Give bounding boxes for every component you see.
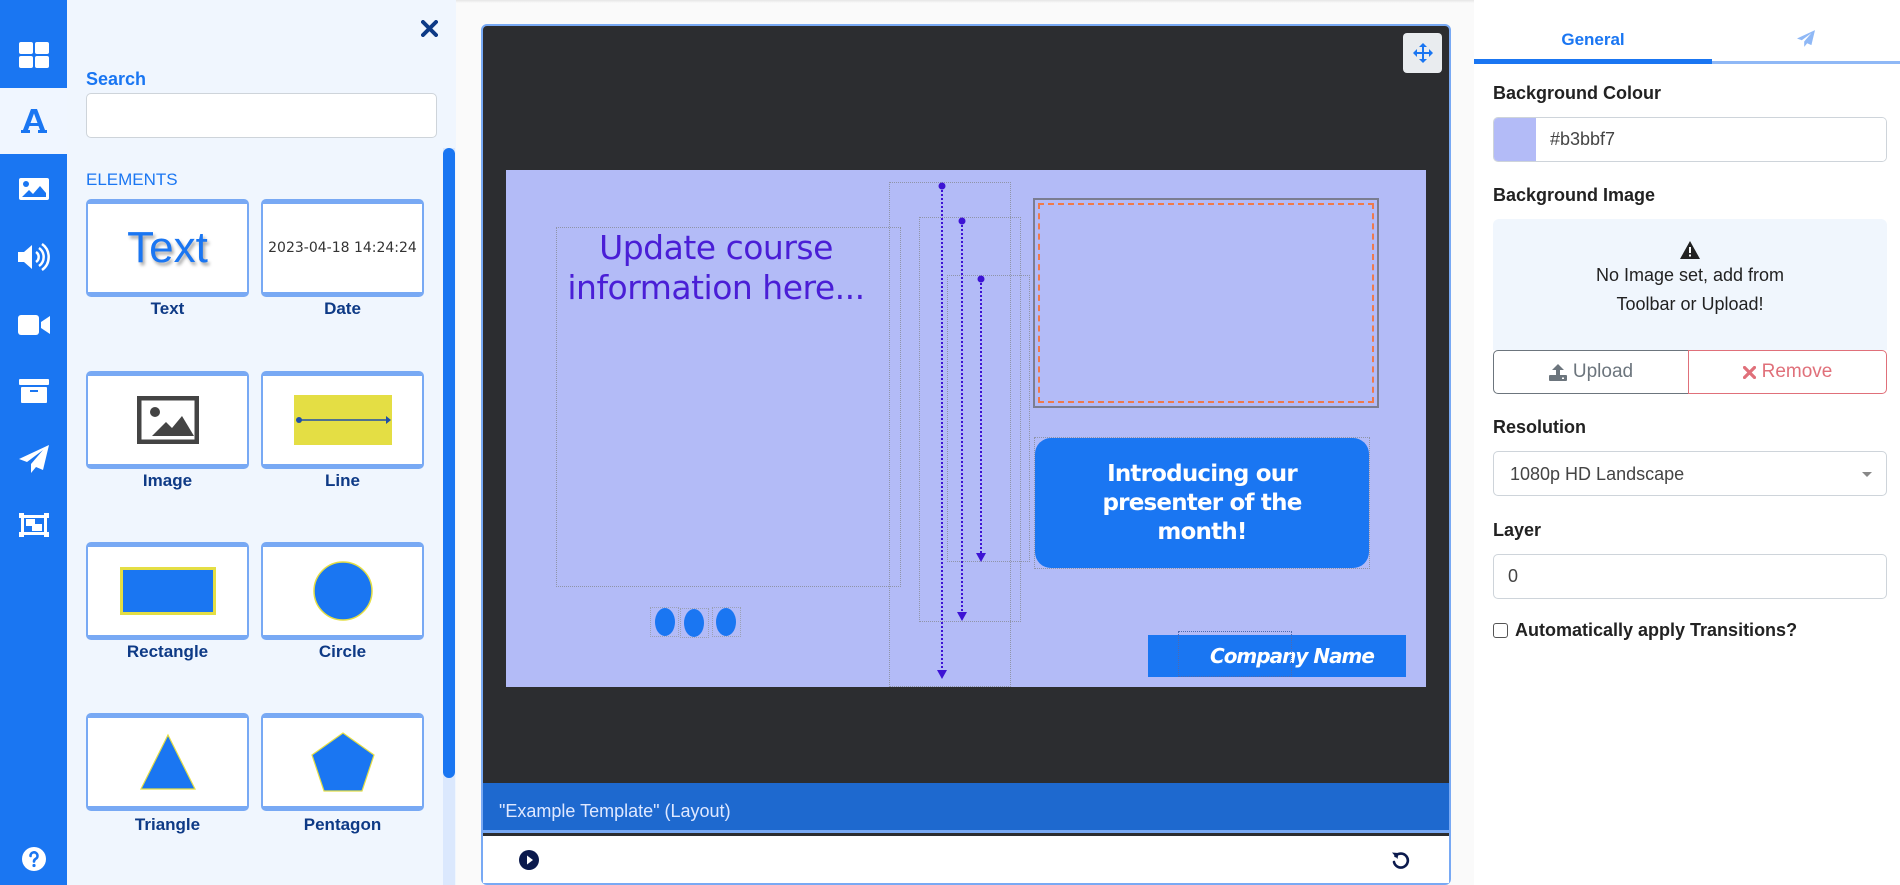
layout-name: "Example Template" (Layout) bbox=[499, 801, 731, 821]
circle-shape-1[interactable] bbox=[655, 608, 675, 636]
rectangle-icon bbox=[119, 567, 216, 615]
triangle-icon bbox=[139, 733, 196, 790]
element-card-triangle[interactable] bbox=[86, 713, 249, 811]
no-image-text-line2: Toolbar or Upload! bbox=[1616, 294, 1764, 314]
auto-transitions-checkbox[interactable] bbox=[1493, 623, 1508, 638]
remove-label: Remove bbox=[1761, 361, 1833, 382]
tab-general[interactable]: General bbox=[1474, 24, 1712, 64]
element-card-date[interactable]: 2023-04-18 14:24:24 bbox=[261, 199, 424, 297]
element-card-line[interactable] bbox=[261, 371, 424, 469]
company-text-region bbox=[1178, 631, 1292, 677]
chevron-down-icon bbox=[1862, 472, 1872, 477]
element-card-text[interactable]: Text bbox=[86, 199, 249, 297]
no-image-text-line1: No Image set, add from bbox=[1595, 265, 1785, 285]
font-icon bbox=[20, 109, 47, 133]
layout-preview[interactable]: Update course information here... Introd… bbox=[506, 170, 1426, 687]
circle-shape-3[interactable] bbox=[716, 608, 736, 636]
rail-item-images[interactable] bbox=[0, 156, 67, 222]
element-card-label: Date bbox=[324, 299, 361, 318]
upload-button[interactable]: Upload bbox=[1493, 350, 1689, 394]
search-label: Search bbox=[86, 69, 147, 89]
object-group-icon bbox=[18, 513, 49, 537]
resolution-select[interactable]: 1080p HD Landscape bbox=[1493, 451, 1887, 496]
element-card-label: Line bbox=[325, 471, 360, 490]
times-icon bbox=[1742, 365, 1756, 379]
close-panel-button[interactable] bbox=[417, 16, 441, 40]
question-circle-icon bbox=[21, 847, 46, 871]
elements-panel: Search ELEMENTS Text Text 2023-04-18 14:… bbox=[67, 0, 456, 885]
resolution-value: 1080p HD Landscape bbox=[1510, 464, 1685, 484]
element-card-label: Text bbox=[150, 299, 185, 318]
text-preview: Text bbox=[127, 223, 208, 272]
line-2[interactable] bbox=[957, 217, 967, 622]
video-icon bbox=[17, 315, 50, 335]
properties-panel: General Background Colour Background Ima… bbox=[1474, 0, 1900, 885]
element-card-label: Triangle bbox=[134, 815, 201, 834]
move-canvas-button[interactable] bbox=[1403, 33, 1442, 73]
background-image-label: Background Image bbox=[1493, 185, 1656, 205]
line-icon bbox=[293, 395, 392, 445]
reset-preview-button[interactable] bbox=[1389, 848, 1413, 872]
preview-controls bbox=[483, 836, 1449, 883]
icon-rail bbox=[0, 0, 67, 885]
panel-scrollbar-thumb[interactable] bbox=[443, 148, 455, 778]
line-3[interactable] bbox=[976, 275, 986, 563]
element-card-label: Circle bbox=[318, 642, 367, 661]
play-circle-icon bbox=[519, 850, 539, 870]
presenter-banner[interactable]: Introducing our presenter of the month! bbox=[1035, 438, 1369, 568]
element-card-label: Rectangle bbox=[126, 642, 209, 661]
warning-icon bbox=[1680, 241, 1700, 259]
rail-item-actions[interactable] bbox=[0, 426, 67, 492]
resolution-label: Resolution bbox=[1493, 417, 1586, 437]
archive-icon bbox=[18, 379, 49, 403]
circle-icon bbox=[312, 561, 373, 621]
no-image-notice: No Image set, add from Toolbar or Upload… bbox=[1493, 219, 1887, 350]
layout-name-bar: "Example Template" (Layout) bbox=[483, 783, 1449, 833]
rail-item-layouts[interactable] bbox=[0, 22, 67, 88]
element-card-pentagon[interactable] bbox=[261, 713, 424, 811]
play-preview-button[interactable] bbox=[517, 848, 541, 872]
rail-item-regions[interactable] bbox=[0, 492, 67, 558]
rail-item-elements[interactable] bbox=[0, 88, 67, 154]
volume-icon bbox=[17, 243, 50, 271]
colour-swatch[interactable] bbox=[1494, 118, 1536, 161]
pentagon-icon bbox=[310, 732, 375, 792]
element-card-rectangle[interactable] bbox=[86, 542, 249, 640]
image-drop-zone bbox=[1038, 203, 1374, 403]
rail-item-audio[interactable] bbox=[0, 224, 67, 290]
rail-item-video[interactable] bbox=[0, 292, 67, 358]
arrows-move-icon bbox=[1412, 43, 1433, 63]
element-card-image[interactable] bbox=[86, 371, 249, 469]
undo-icon bbox=[1392, 852, 1410, 869]
auto-transitions-toggle[interactable]: Automatically apply Transitions? bbox=[1493, 620, 1797, 641]
line-1[interactable] bbox=[937, 182, 947, 680]
image-icon bbox=[136, 396, 199, 444]
background-colour-field bbox=[1493, 117, 1887, 162]
search-input[interactable] bbox=[86, 93, 437, 138]
element-card-label: Image bbox=[142, 471, 193, 490]
date-preview: 2023-04-18 14:24:24 bbox=[268, 240, 417, 256]
paper-plane-icon bbox=[1797, 30, 1815, 47]
upload-label: Upload bbox=[1572, 361, 1634, 382]
rail-item-help[interactable] bbox=[0, 834, 67, 884]
elements-section-title: ELEMENTS bbox=[86, 170, 178, 189]
rail-item-library[interactable] bbox=[0, 358, 67, 424]
grid-icon bbox=[18, 42, 49, 68]
image-region[interactable] bbox=[1033, 198, 1379, 408]
remove-button[interactable]: Remove bbox=[1688, 350, 1887, 394]
presenter-text: Introducing our presenter of the month! bbox=[1102, 460, 1303, 545]
tab-actions[interactable] bbox=[1712, 24, 1900, 64]
image-icon bbox=[18, 178, 49, 200]
background-colour-label: Background Colour bbox=[1493, 83, 1662, 103]
layer-input[interactable] bbox=[1493, 554, 1887, 599]
element-card-label: Pentagon bbox=[303, 815, 382, 834]
layer-label: Layer bbox=[1493, 520, 1542, 540]
element-card-circle[interactable] bbox=[261, 542, 424, 640]
auto-transitions-label: Automatically apply Transitions? bbox=[1515, 620, 1798, 640]
circle-shape-2[interactable] bbox=[684, 609, 704, 637]
paper-plane-icon bbox=[18, 445, 49, 473]
background-colour-input[interactable] bbox=[1536, 118, 1886, 161]
upload-icon bbox=[1548, 363, 1567, 381]
close-icon bbox=[420, 19, 438, 37]
